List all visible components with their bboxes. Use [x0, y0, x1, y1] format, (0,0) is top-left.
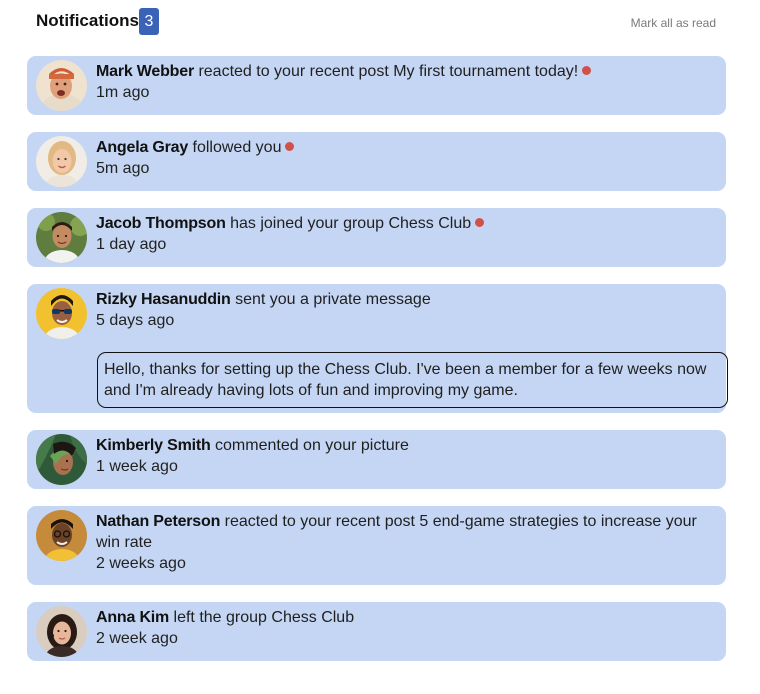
notification-action: has joined your group — [230, 215, 384, 232]
notification-card[interactable]: Anna Kim left the group Chess Club 2 wee… — [27, 602, 726, 661]
notification-card[interactable]: Mark Webber reacted to your recent post … — [27, 56, 726, 115]
notification-time: 5 days ago — [96, 312, 175, 329]
notifications-header: Notifications 3 Mark all as read — [36, 8, 726, 36]
notification-action: reacted to your recent post — [224, 513, 415, 530]
unread-dot — [582, 66, 592, 75]
notification-user-name[interactable]: Kimberly Smith — [96, 437, 211, 454]
avatar-photo-kimberly-smith[interactable] — [36, 434, 87, 485]
notification-text: Anna Kim left the group Chess Club 2 wee… — [96, 607, 712, 649]
notification-time: 1m ago — [96, 84, 150, 101]
page-title: Notifications — [36, 11, 139, 30]
notification-action: commented on your picture — [215, 437, 409, 454]
notification-text: Jacob Thompson has joined your group Che… — [96, 213, 712, 255]
notification-action: sent you a private message — [235, 291, 431, 308]
notification-action: left the group — [173, 609, 267, 626]
mark-all-as-read-link[interactable]: Mark all as read — [631, 16, 716, 30]
notification-action: followed you — [192, 139, 282, 156]
notification-user-name[interactable]: Angela Gray — [96, 139, 188, 156]
notification-card[interactable]: Angela Gray followed you 5m ago — [27, 132, 726, 191]
notification-user-name[interactable]: Jacob Thompson — [96, 215, 226, 232]
notification-time: 5m ago — [96, 160, 150, 177]
unread-count-badge: 3 — [139, 8, 159, 35]
notification-target[interactable]: Chess Club — [388, 215, 471, 232]
notification-card[interactable]: Jacob Thompson has joined your group Che… — [27, 208, 726, 267]
unread-dot — [475, 218, 485, 227]
notification-target[interactable]: My first tournament today! — [393, 63, 578, 80]
notification-card[interactable]: Kimberly Smith commented on your picture… — [27, 430, 726, 489]
notification-text: Nathan Peterson reacted to your recent p… — [96, 511, 712, 574]
unread-dot — [285, 142, 295, 151]
notification-time: 2 week ago — [96, 630, 178, 647]
notification-card[interactable]: Nathan Peterson reacted to your recent p… — [27, 506, 726, 585]
avatar-photo-angela-gray[interactable] — [36, 136, 87, 187]
notification-user-name[interactable]: Rizky Hasanuddin — [96, 291, 231, 308]
avatar-photo-nathan-peterson[interactable] — [36, 510, 87, 561]
avatar-photo-mark-webber[interactable] — [36, 60, 87, 111]
notification-text: Rizky Hasanuddin sent you a private mess… — [96, 289, 712, 331]
notification-text: Mark Webber reacted to your recent post … — [96, 61, 712, 103]
notification-user-name[interactable]: Nathan Peterson — [96, 513, 220, 530]
private-message-preview[interactable]: Hello, thanks for setting up the Chess C… — [97, 352, 728, 408]
notification-action: reacted to your recent post — [198, 63, 389, 80]
notification-target[interactable]: Chess Club — [271, 609, 354, 626]
notification-user-name[interactable]: Mark Webber — [96, 63, 194, 80]
notification-text: Kimberly Smith commented on your picture… — [96, 435, 712, 477]
notification-time: 1 week ago — [96, 458, 178, 475]
notification-card[interactable]: Rizky Hasanuddin sent you a private mess… — [27, 284, 728, 413]
notification-text: Angela Gray followed you 5m ago — [96, 137, 712, 179]
notification-user-name[interactable]: Anna Kim — [96, 609, 169, 626]
notification-time: 1 day ago — [96, 236, 167, 253]
avatar-photo-anna-kim[interactable] — [36, 606, 87, 657]
avatar-photo-rizky-hasanuddin[interactable] — [36, 288, 87, 339]
notification-time: 2 weeks ago — [96, 555, 186, 572]
avatar-photo-jacob-thompson[interactable] — [36, 212, 87, 263]
